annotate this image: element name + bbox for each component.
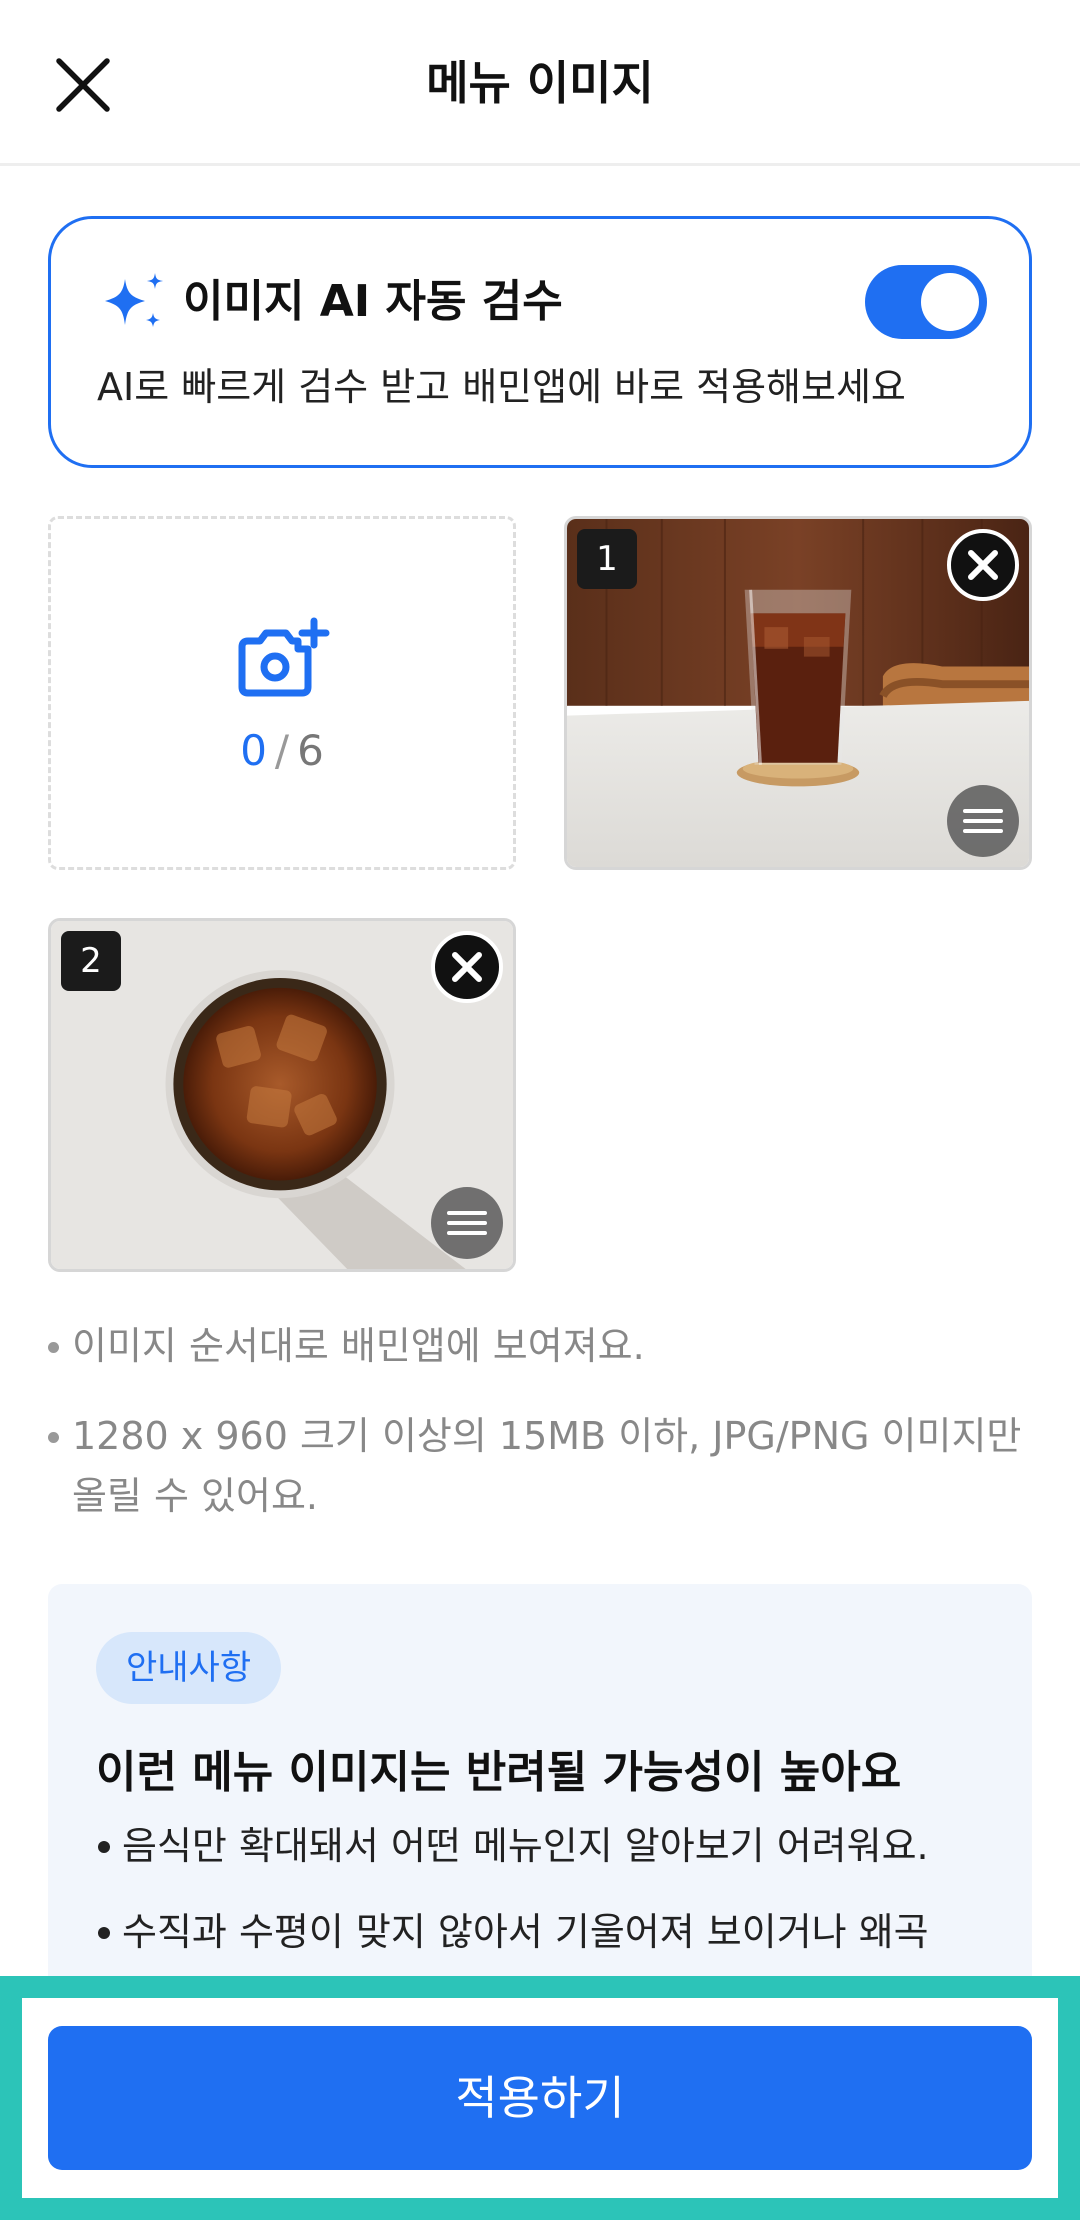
reorder-handle[interactable] — [431, 1187, 503, 1259]
guideline-item: 이미지 순서대로 배민앱에 보여져요. — [44, 1316, 1036, 1376]
top-app-bar: 메뉴 이미지 — [0, 0, 1080, 166]
upload-guidelines: 이미지 순서대로 배민앱에 보여져요. 1280 x 960 크기 이상의 15… — [44, 1316, 1036, 1556]
close-icon — [452, 952, 482, 982]
ai-review-title: 이미지 AI 자동 검수 — [183, 276, 563, 327]
bottom-action-bar: 적용하기 — [0, 1976, 1080, 2220]
drag-handle-icon — [963, 809, 1003, 833]
remove-photo-button[interactable] — [431, 931, 503, 1003]
photo-tile-1[interactable]: 1 — [564, 516, 1032, 870]
guideline-item: 1280 x 960 크기 이상의 15MB 이하, JPG/PNG 이미지만 … — [44, 1406, 1036, 1526]
image-count-current: 0 — [240, 726, 267, 775]
ai-review-description: AI로 빠르게 검수 받고 배민앱에 바로 적용해보세요 — [97, 365, 906, 409]
close-icon — [968, 550, 998, 580]
image-count: 0/6 — [240, 723, 324, 779]
camera-add-icon — [238, 617, 330, 697]
ai-review-card: 이미지 AI 자동 검수 AI로 빠르게 검수 받고 배민앱에 바로 적용해보세… — [48, 216, 1032, 468]
notice-item: 수직과 수평이 맞지 않아서 기울어져 보이거나 왜곡 — [96, 1902, 929, 1962]
bottom-action-container: 적용하기 — [22, 1998, 1058, 2198]
image-count-max: 6 — [297, 726, 324, 775]
drag-handle-icon — [447, 1211, 487, 1235]
photo-order-badge: 1 — [577, 529, 637, 589]
photo-tile-2[interactable]: 2 — [48, 918, 516, 1272]
remove-photo-button[interactable] — [947, 529, 1019, 601]
notice-title: 이런 메뉴 이미지는 반려될 가능성이 높아요 — [96, 1747, 902, 1798]
add-image-button[interactable]: 0/6 — [48, 516, 516, 870]
apply-button[interactable]: 적용하기 — [48, 2026, 1032, 2170]
photo-order-badge: 2 — [61, 931, 121, 991]
image-count-separator: / — [274, 726, 290, 775]
notice-item: 음식만 확대돼서 어떤 메뉴인지 알아보기 어려워요. — [96, 1816, 929, 1876]
notice-box: 안내사항 이런 메뉴 이미지는 반려될 가능성이 높아요 음식만 확대돼서 어떤… — [48, 1584, 1032, 2004]
sparkle-icon — [105, 273, 163, 327]
reorder-handle[interactable] — [947, 785, 1019, 857]
page-title: 메뉴 이미지 — [426, 56, 654, 110]
ai-review-toggle[interactable] — [865, 265, 987, 339]
toggle-knob — [921, 273, 979, 331]
notice-badge: 안내사항 — [96, 1632, 282, 1704]
